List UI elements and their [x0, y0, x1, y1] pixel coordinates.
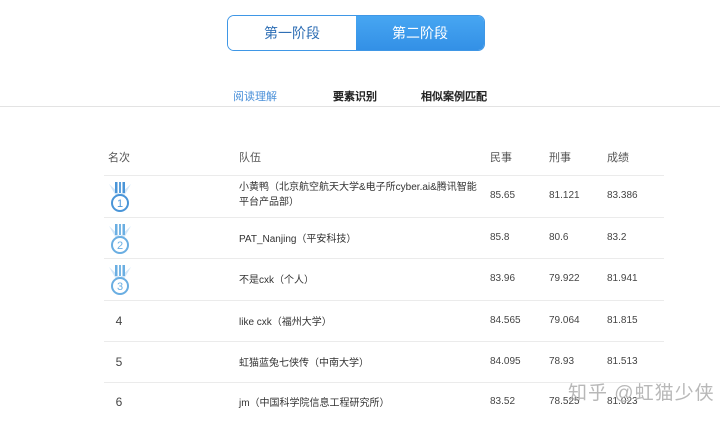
criminal-score: 79.064 [549, 314, 580, 326]
tab-elements[interactable]: 要素识别 [333, 88, 377, 104]
team-name: 小黄鸭（北京航空航天大学&电子所cyber.ai&腾讯智能平台产品部） [239, 182, 477, 208]
stage-toggle: 第一阶段 第二阶段 [227, 15, 485, 51]
watermark: 知乎 @虹猫少侠 [568, 383, 715, 404]
civil-score: 84.565 [490, 314, 521, 326]
table-row: 5 虹猫蓝兔七侠传（中南大学） 84.095 78.93 81.513 [104, 341, 664, 383]
civil-score: 85.8 [490, 231, 510, 243]
rank-number: 5 [115, 354, 123, 369]
table-row: 1 小黄鸭（北京航空航天大学&电子所cyber.ai&腾讯智能平台产品部） 85.6… [104, 175, 664, 218]
table-row: 4 like cxk（福州大学） 84.565 79.064 81.815 [104, 300, 664, 342]
stage1-tab[interactable]: 第一阶段 [228, 16, 356, 50]
total-score: 83.2 [607, 231, 627, 243]
header-civil: 民事 [490, 152, 512, 164]
team-name: 虹猫蓝兔七侠传（中南大学） [239, 357, 369, 369]
rank-number: 4 [115, 313, 123, 328]
header-criminal: 刑事 [549, 152, 571, 164]
medal-rank: 2 [117, 240, 123, 252]
civil-score: 84.095 [490, 355, 521, 367]
medal-rank: 3 [117, 281, 123, 293]
criminal-score: 80.6 [549, 231, 569, 243]
header-rank: 名次 [108, 152, 130, 164]
medal-icon: 1 [107, 180, 133, 214]
medal-icon: 3 [107, 263, 133, 297]
table-row: 2 PAT_Nanjing（平安科技） 85.8 80.6 83.2 [104, 217, 664, 259]
team-name: 不是cxk（个人） [239, 275, 314, 286]
task-tabs: 阅读理解 要素识别 相似案例匹配 [0, 88, 720, 104]
team-name: like cxk（福州大学） [239, 316, 332, 328]
tab-divider [0, 106, 720, 107]
stage2-tab[interactable]: 第二阶段 [356, 16, 484, 50]
medal-icon: 2 [107, 222, 133, 256]
total-score: 83.386 [607, 190, 638, 201]
civil-score: 83.96 [490, 273, 516, 284]
total-score: 81.513 [607, 355, 638, 367]
tab-cases[interactable]: 相似案例匹配 [421, 88, 487, 104]
total-score: 81.815 [607, 314, 638, 326]
medal-rank: 1 [117, 198, 123, 210]
tab-reading[interactable]: 阅读理解 [233, 88, 277, 104]
total-score: 81.941 [607, 273, 638, 284]
criminal-score: 81.121 [549, 190, 580, 201]
header-score: 成绩 [607, 152, 629, 164]
table-header: 名次 队伍 民事 刑事 成绩 [0, 149, 720, 164]
criminal-score: 79.922 [549, 273, 580, 284]
rank-number: 6 [115, 395, 123, 409]
table-row: 3 不是cxk（个人） 83.96 79.922 81.941 [104, 258, 664, 301]
criminal-score: 78.93 [549, 355, 575, 367]
team-name: jm（中国科学院信息工程研究所） [239, 398, 390, 409]
header-team: 队伍 [239, 152, 261, 164]
civil-score: 85.65 [490, 190, 516, 201]
team-name: PAT_Nanjing（平安科技） [239, 233, 357, 245]
civil-score: 83.52 [490, 396, 516, 407]
